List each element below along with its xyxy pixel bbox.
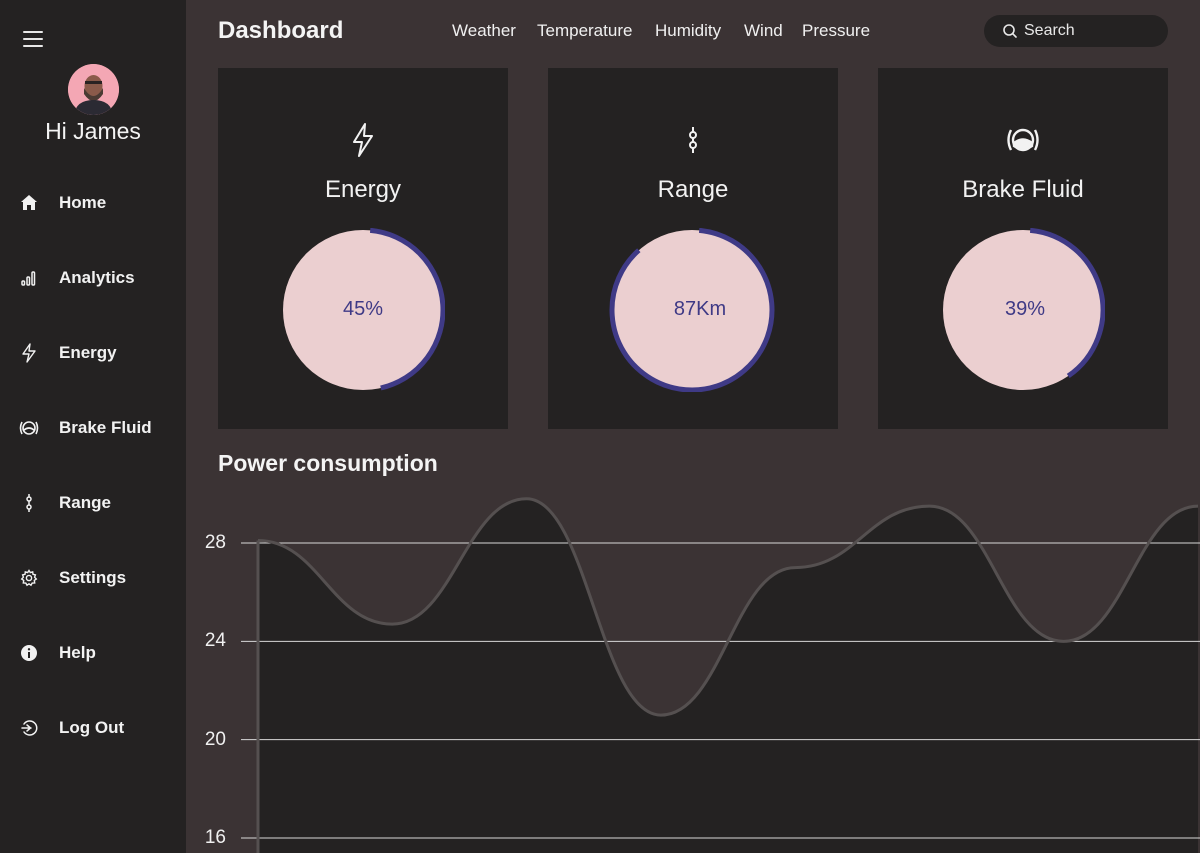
- range-card[interactable]: Range 87Km: [548, 68, 838, 429]
- series-area: [258, 498, 1198, 853]
- card-value: 45%: [342, 298, 384, 320]
- route-icon: [19, 493, 39, 513]
- nav-link-wind[interactable]: Wind: [744, 21, 783, 41]
- y-tick-label: 28: [204, 532, 226, 553]
- nav-link-pressure[interactable]: Pressure: [802, 21, 870, 41]
- sidebar-item-label: Settings: [59, 568, 127, 587]
- sidebar-item-help[interactable]: Help: [0, 633, 186, 673]
- lightning-icon: [19, 343, 39, 363]
- logout-icon: [19, 718, 39, 738]
- route-icon: [548, 122, 838, 158]
- sidebar-item-settings[interactable]: Settings: [0, 558, 186, 598]
- sidebar-item-brake-fluid[interactable]: Brake Fluid: [0, 408, 186, 448]
- y-tick-label: 16: [204, 827, 226, 848]
- sidebar-item-label: Home: [59, 193, 107, 212]
- y-tick-label: 24: [204, 630, 226, 652]
- sidebar-item-label: Log Out: [59, 718, 125, 737]
- sidebar-item-energy[interactable]: Energy: [0, 333, 186, 373]
- info-icon: [19, 643, 39, 663]
- sidebar-item-analytics[interactable]: Analytics: [0, 258, 186, 298]
- card-value: 39%: [1004, 298, 1046, 320]
- nav-link-weather[interactable]: Weather: [452, 21, 516, 41]
- sidebar-item-label: Range: [59, 493, 111, 512]
- sidebar-item-label: Energy: [59, 343, 117, 362]
- bar-chart-icon: [19, 268, 39, 288]
- sidebar-item-logout[interactable]: Log Out: [0, 708, 186, 748]
- hamburger-menu-icon[interactable]: [23, 31, 43, 47]
- card-value: 87Km: [673, 298, 727, 320]
- greeting-text: Hi James: [45, 118, 141, 144]
- energy-card[interactable]: Energy 45%: [218, 68, 508, 429]
- brake-fluid-card[interactable]: Brake Fluid 39%: [878, 68, 1168, 429]
- nav-link-humidity[interactable]: Humidity: [655, 21, 721, 41]
- sidebar-item-label: Analytics: [59, 268, 135, 287]
- home-icon: [19, 193, 39, 213]
- y-tick-label: 20: [204, 728, 226, 750]
- sidebar-item-label: Help: [59, 643, 96, 662]
- brake-fluid-icon: [19, 418, 39, 438]
- avatar[interactable]: [68, 64, 119, 115]
- lightning-icon: [218, 122, 508, 158]
- power-consumption-chart: [241, 497, 1200, 853]
- card-title: Brake Fluid: [962, 176, 1084, 203]
- page-title: Dashboard: [218, 17, 344, 44]
- card-title: Energy: [324, 176, 402, 203]
- sidebar-item-range[interactable]: Range: [0, 483, 186, 523]
- brake-fluid-icon: [878, 122, 1168, 158]
- search-placeholder: Search: [1024, 22, 1075, 39]
- nav-link-temperature[interactable]: Temperature: [537, 21, 632, 41]
- sidebar-item-label: Brake Fluid: [59, 418, 152, 437]
- card-title: Range: [657, 176, 729, 203]
- search-icon: [1002, 23, 1018, 39]
- sidebar: Hi James Home Analytics Energy Brake Flu…: [0, 0, 186, 853]
- search-input[interactable]: Search: [984, 15, 1168, 47]
- gear-icon: [19, 568, 39, 588]
- sidebar-item-home[interactable]: Home: [0, 183, 186, 223]
